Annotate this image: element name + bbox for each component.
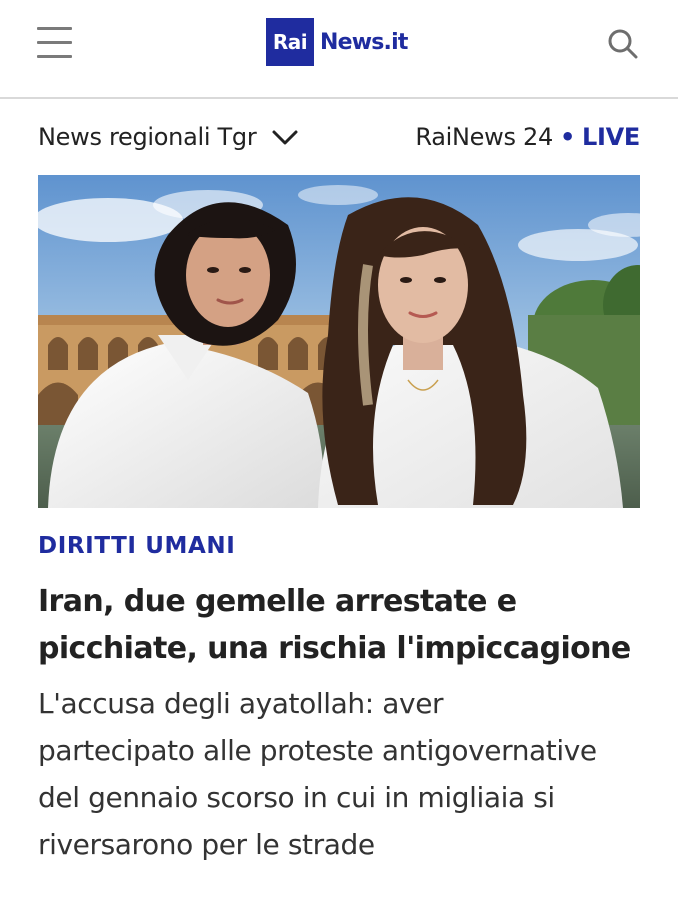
chevron-down-icon bbox=[272, 130, 298, 145]
article-hero-image[interactable] bbox=[38, 175, 640, 508]
hamburger-menu-icon[interactable] bbox=[37, 25, 73, 61]
article-category[interactable]: DIRITTI UMANI bbox=[38, 533, 235, 559]
top-header: Rai News.it bbox=[0, 0, 678, 99]
article-summary: L'accusa degli ayatollah: aver partecipa… bbox=[38, 687, 597, 861]
article-headline[interactable]: Iran, due gemelle arrestate e picchiate,… bbox=[38, 578, 648, 672]
news-page: Rai News.it News regionali Tgr RaiNews 2… bbox=[0, 0, 678, 900]
logo-text: News.it bbox=[320, 29, 408, 55]
live-channel-name: RaiNews 24 bbox=[415, 123, 553, 151]
live-tv-link[interactable]: RaiNews 24 • LIVE bbox=[415, 123, 640, 151]
live-separator-dot: • bbox=[559, 123, 575, 151]
logo-mark: Rai bbox=[266, 18, 314, 66]
search-icon[interactable] bbox=[606, 27, 640, 61]
sub-navigation: News regionali Tgr RaiNews 24 • LIVE bbox=[0, 99, 678, 173]
regional-news-label: News regionali Tgr bbox=[38, 123, 257, 151]
live-label: LIVE bbox=[582, 123, 640, 151]
regional-news-dropdown[interactable]: News regionali Tgr bbox=[38, 123, 300, 151]
rainews-logo[interactable]: Rai News.it bbox=[266, 18, 408, 66]
